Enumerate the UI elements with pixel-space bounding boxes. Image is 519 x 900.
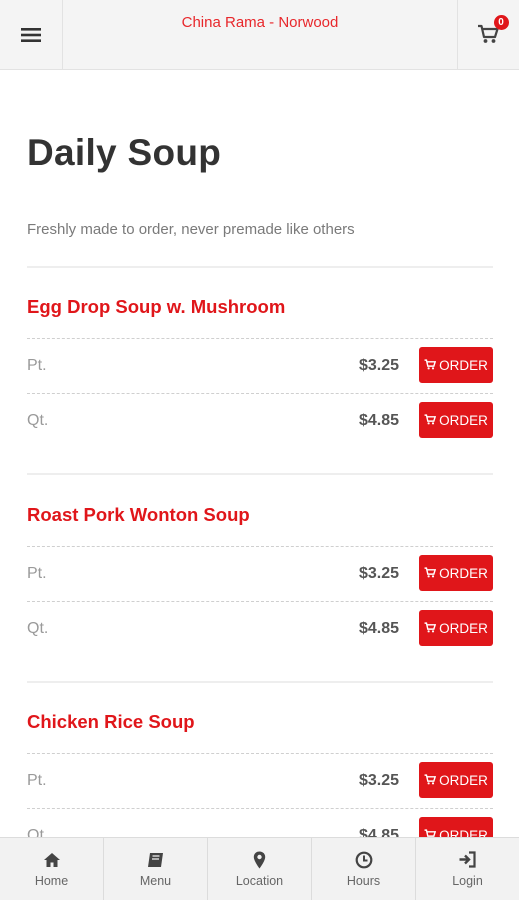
menu-button[interactable]: [0, 0, 63, 70]
login-icon: [458, 851, 477, 869]
top-bar: China Rama - Norwood 0: [0, 0, 519, 70]
order-button[interactable]: ORDER: [419, 347, 493, 383]
order-button[interactable]: ORDER: [419, 402, 493, 438]
page-subtitle: Freshly made to order, never premade lik…: [27, 221, 355, 238]
price: $4.85: [358, 620, 399, 637]
map-pin-icon: [253, 851, 266, 869]
hamburger-icon: [21, 28, 41, 42]
price: $3.25: [358, 357, 399, 374]
store-title: China Rama - Norwood: [181, 14, 339, 31]
price-row: Qt. $4.85 ORDER: [27, 601, 493, 655]
order-label: ORDER: [439, 357, 488, 373]
cart-icon: [424, 566, 437, 581]
divider: [27, 266, 493, 268]
book-icon: [147, 851, 165, 869]
cart-icon: [424, 413, 437, 428]
size-label: Pt.: [27, 565, 47, 582]
nav-label: Location: [235, 873, 284, 888]
size-label: Pt.: [27, 357, 47, 374]
nav-label: Hours: [346, 873, 381, 888]
price-row: Pt. $3.25 ORDER: [27, 753, 493, 807]
order-button[interactable]: ORDER: [419, 610, 493, 646]
size-label: Qt.: [27, 412, 49, 429]
item-name: Egg Drop Soup w. Mushroom: [27, 296, 286, 317]
nav-home[interactable]: Home: [0, 838, 104, 900]
divider: [27, 681, 493, 683]
nav-hours[interactable]: Hours: [312, 838, 416, 900]
order-label: ORDER: [439, 565, 488, 581]
order-label: ORDER: [439, 412, 488, 428]
cart-icon: [424, 358, 437, 373]
nav-label: Menu: [139, 873, 172, 888]
price-row: Pt. $3.25 ORDER: [27, 338, 493, 392]
item-name: Roast Pork Wonton Soup: [27, 504, 250, 525]
page-title: Daily Soup: [27, 132, 222, 173]
nav-login[interactable]: Login: [416, 838, 519, 900]
bottom-nav: Home Menu Location Hours Login: [0, 837, 519, 900]
size-label: Pt.: [27, 772, 47, 789]
order-button[interactable]: ORDER: [419, 762, 493, 798]
cart-button[interactable]: 0: [457, 0, 519, 70]
cart-icon: [424, 621, 437, 636]
order-label: ORDER: [439, 772, 488, 788]
home-icon: [43, 851, 61, 869]
nav-location[interactable]: Location: [208, 838, 312, 900]
price: $4.85: [358, 412, 399, 429]
cart-icon: [424, 773, 437, 788]
price: $3.25: [358, 565, 399, 582]
price: $3.25: [358, 772, 399, 789]
order-button[interactable]: ORDER: [419, 555, 493, 591]
price-row: Qt. $4.85 ORDER: [27, 393, 493, 447]
clock-icon: [355, 851, 373, 869]
nav-label: Login: [452, 873, 483, 888]
divider: [27, 473, 493, 475]
item-name: Chicken Rice Soup: [27, 711, 195, 732]
nav-label: Home: [34, 873, 69, 888]
size-label: Qt.: [27, 620, 49, 637]
order-label: ORDER: [439, 620, 488, 636]
cart-count-badge: 0: [493, 15, 509, 30]
price-row: Pt. $3.25 ORDER: [27, 546, 493, 600]
nav-menu[interactable]: Menu: [104, 838, 208, 900]
